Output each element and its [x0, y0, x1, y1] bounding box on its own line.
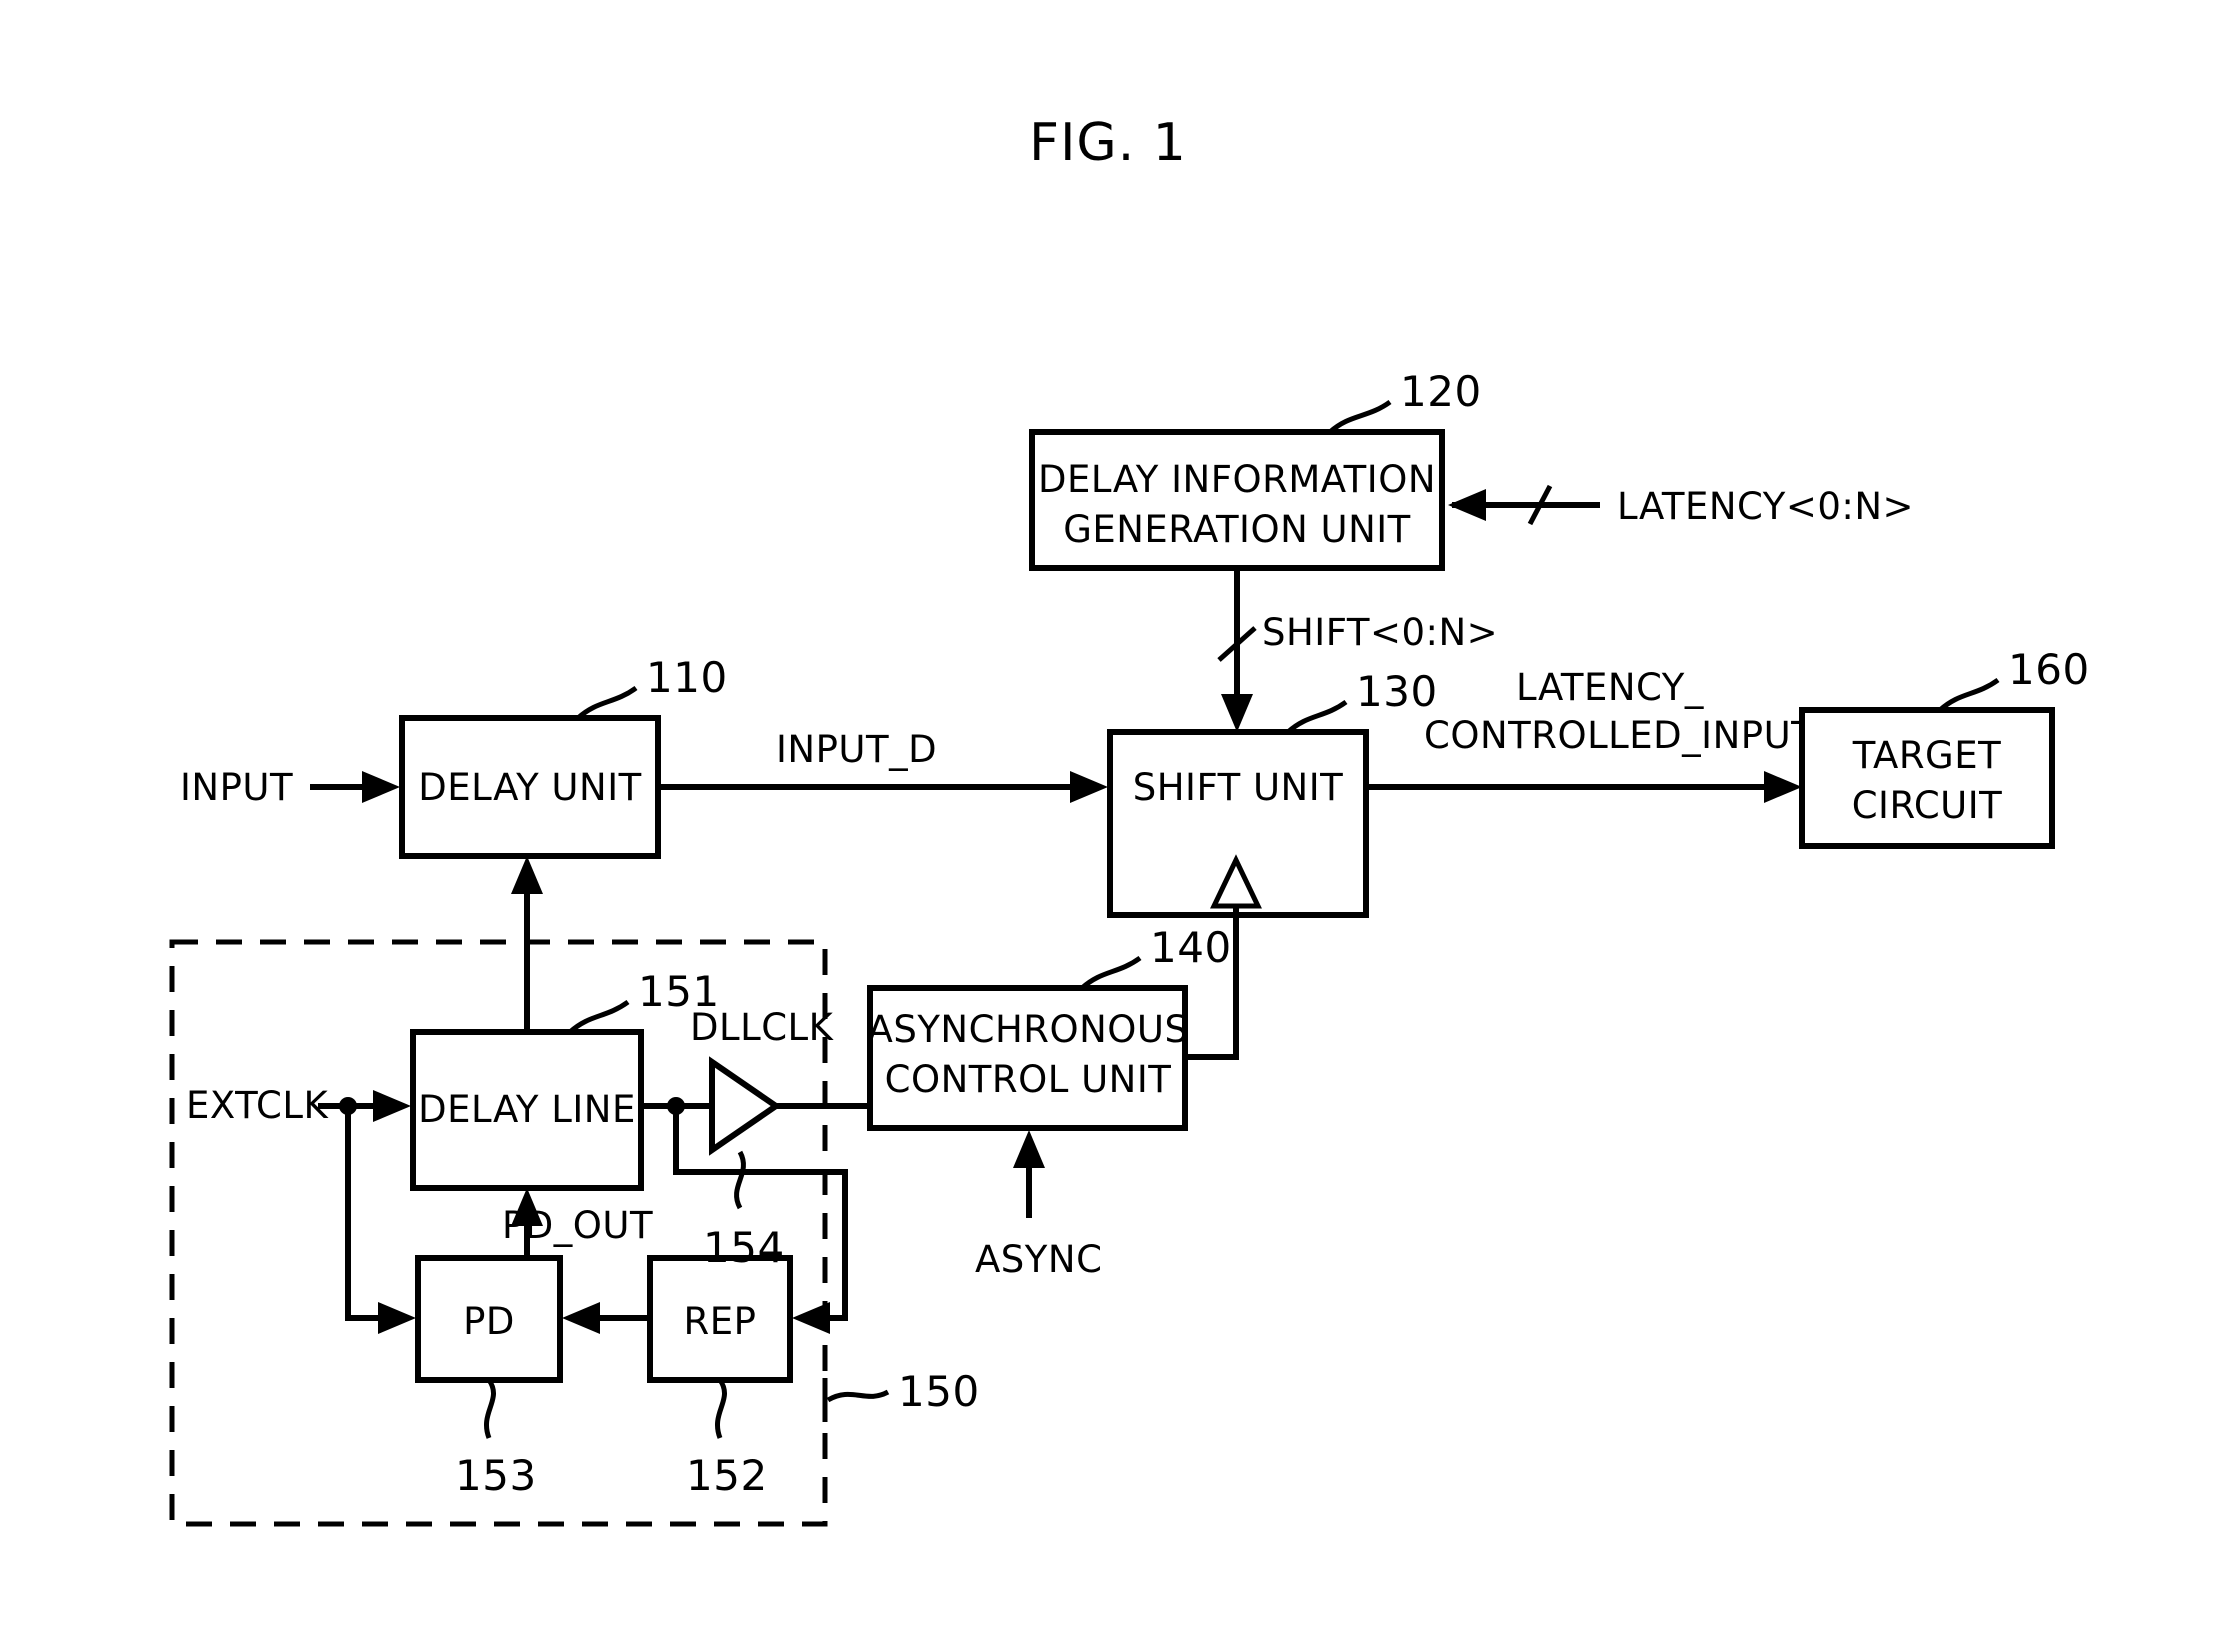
arrowhead-async	[1013, 1130, 1045, 1168]
arrowhead-input	[362, 771, 400, 803]
block-asynchronous-control-unit-label-line2: CONTROL UNIT	[885, 1058, 1172, 1101]
ref-number-152: 152	[686, 1451, 768, 1500]
block-asynchronous-control-unit-label-line1: ASYNCHRONOUS	[868, 1008, 1189, 1051]
signal-label-extclk: EXTCLK	[186, 1084, 329, 1127]
arrowhead-input-d	[1070, 771, 1108, 803]
block-rep-label: REP	[684, 1300, 757, 1343]
block-delay-line-label: DELAY LINE	[418, 1088, 636, 1131]
signal-label-latency: LATENCY<0:N>	[1617, 485, 1914, 528]
arrowhead-shift	[1221, 694, 1253, 732]
signal-label-latency-controlled-input-line2: CONTROLLED_INPUT	[1424, 714, 1814, 757]
ref-number-130: 130	[1356, 667, 1438, 716]
block-delay-unit-label: DELAY UNIT	[418, 766, 641, 809]
signal-label-latency-controlled-input-line1: LATENCY_	[1516, 666, 1704, 709]
signal-label-input-d: INPUT_D	[776, 728, 937, 771]
signal-label-shift: SHIFT<0:N>	[1262, 611, 1498, 654]
arrowhead-delay-unit-control	[511, 856, 543, 894]
arrowhead-rep-to-pd	[562, 1302, 600, 1334]
ref-number-140: 140	[1150, 923, 1232, 972]
arrowhead-extclk-to-pd	[378, 1302, 416, 1334]
signal-label-pd-out: PD_OUT	[502, 1204, 653, 1247]
block-shift-unit-label: SHIFT UNIT	[1133, 766, 1344, 809]
ref-number-120: 120	[1400, 367, 1482, 416]
ref-number-160: 160	[2008, 645, 2090, 694]
figure-canvas: FIG. 1 DELAY INFORMATION GENERATION UNIT…	[0, 0, 2217, 1652]
block-pd-label: PD	[463, 1300, 515, 1343]
signal-label-async: ASYNC	[975, 1238, 1102, 1281]
block-target-circuit-label-line1: TARGET	[1852, 734, 2001, 777]
patent-figure-diagram: FIG. 1 DELAY INFORMATION GENERATION UNIT…	[169, 113, 2090, 1527]
ref-number-154: 154	[703, 1223, 785, 1272]
signal-label-input: INPUT	[180, 766, 293, 809]
signal-label-dllclk: DLLCLK	[690, 1006, 835, 1049]
arrowhead-extclk-to-delay-line	[373, 1090, 411, 1122]
arrowhead-latency	[1448, 489, 1486, 521]
block-delay-information-generation-unit-label-line1: DELAY INFORMATION	[1038, 458, 1436, 501]
figure-title: FIG. 1	[1029, 113, 1187, 173]
arrowhead-feedback-to-rep	[792, 1302, 830, 1334]
block-delay-information-generation-unit-label-line2: GENERATION UNIT	[1063, 508, 1411, 551]
block-buffer	[709, 1056, 782, 1156]
arrowhead-latency-controlled-input	[1764, 771, 1802, 803]
ref-number-150: 150	[898, 1367, 980, 1416]
ref-number-153: 153	[455, 1451, 537, 1500]
ref-number-110: 110	[646, 653, 728, 702]
block-target-circuit-label-line2: CIRCUIT	[1852, 784, 2003, 827]
junction-dllclk	[667, 1097, 685, 1115]
